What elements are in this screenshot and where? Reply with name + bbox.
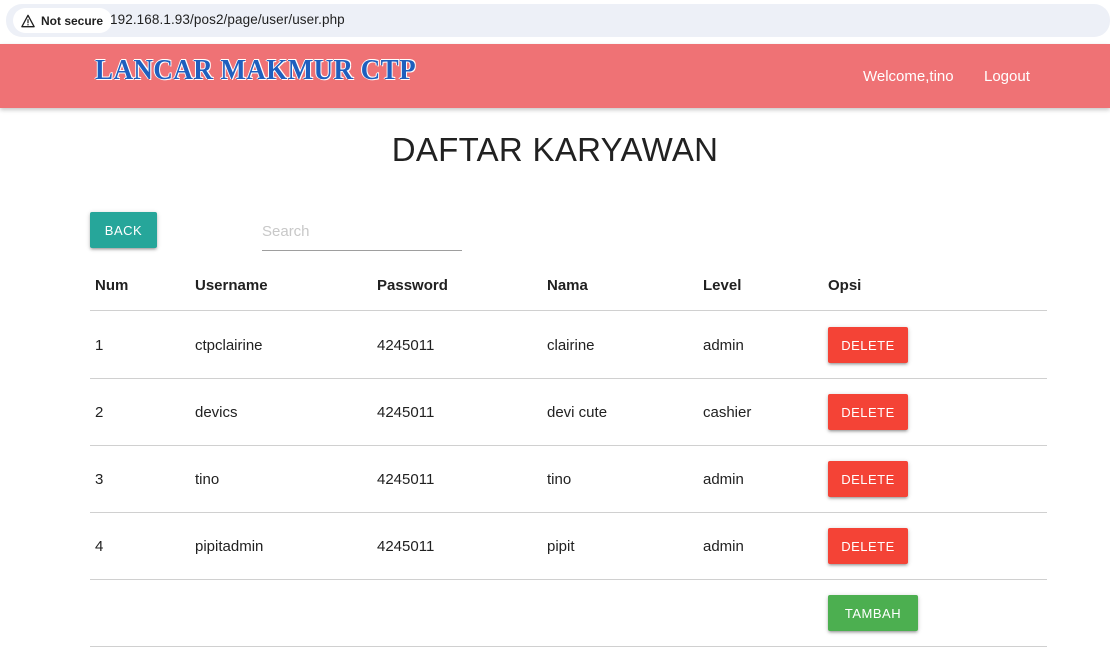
cell-username: ctpclairine bbox=[195, 337, 263, 354]
cell-level: admin bbox=[703, 337, 744, 354]
cell-num: 3 bbox=[95, 471, 104, 488]
url-bar[interactable]: Not secure 192.168.1.93/pos2/page/user/u… bbox=[6, 4, 1110, 37]
cell-level: admin bbox=[703, 471, 744, 488]
navbar: LANCAR MAKMUR CTP Welcome,tino Logout bbox=[0, 44, 1110, 108]
cell-num: 4 bbox=[95, 538, 104, 555]
cell-password: 4245011 bbox=[377, 471, 435, 488]
cell-level: admin bbox=[703, 538, 744, 555]
cell-nama: devi cute bbox=[547, 404, 608, 421]
cell-username: tino bbox=[195, 471, 220, 488]
add-button[interactable]: TAMBAH bbox=[828, 595, 918, 631]
cell-nama: tino bbox=[547, 471, 572, 488]
browser-address-bar: Not secure 192.168.1.93/pos2/page/user/u… bbox=[0, 0, 1110, 40]
header-password: Password bbox=[377, 277, 448, 294]
delete-button[interactable]: DELETE bbox=[828, 394, 908, 430]
security-indicator[interactable]: Not secure bbox=[13, 8, 113, 33]
table-header: Num Username Password Nama Level Opsi bbox=[90, 264, 1047, 311]
welcome-link[interactable]: Welcome,tino bbox=[863, 68, 954, 85]
header-opsi: Opsi bbox=[828, 277, 862, 294]
header-num: Num bbox=[95, 277, 129, 294]
delete-button[interactable]: DELETE bbox=[828, 327, 908, 363]
warning-icon bbox=[21, 14, 35, 27]
header-username: Username bbox=[195, 277, 268, 294]
delete-button[interactable]: DELETE bbox=[828, 461, 908, 497]
header-level: Level bbox=[703, 277, 742, 294]
cell-password: 4245011 bbox=[377, 538, 435, 555]
page-title: DAFTAR KARYAWAN bbox=[391, 131, 719, 168]
security-label: Not secure bbox=[41, 13, 104, 28]
cell-password: 4245011 bbox=[377, 337, 435, 354]
delete-button[interactable]: DELETE bbox=[828, 528, 908, 564]
brand-logo[interactable]: LANCAR MAKMUR CTP bbox=[95, 54, 416, 87]
cell-nama: clairine bbox=[547, 337, 595, 354]
logout-link[interactable]: Logout bbox=[984, 68, 1030, 85]
cell-num: 1 bbox=[95, 337, 104, 354]
cell-level: cashier bbox=[703, 404, 752, 421]
header-nama: Nama bbox=[547, 277, 588, 294]
cell-num: 2 bbox=[95, 404, 104, 421]
cell-password: 4245011 bbox=[377, 404, 435, 421]
cell-nama: pipit bbox=[547, 538, 575, 555]
search-input[interactable] bbox=[262, 212, 462, 251]
cell-username: pipitadmin bbox=[195, 538, 264, 555]
cell-username: devics bbox=[195, 404, 238, 421]
url-text[interactable]: 192.168.1.93/pos2/page/user/user.php bbox=[110, 12, 345, 27]
back-button[interactable]: BACK bbox=[90, 212, 157, 248]
